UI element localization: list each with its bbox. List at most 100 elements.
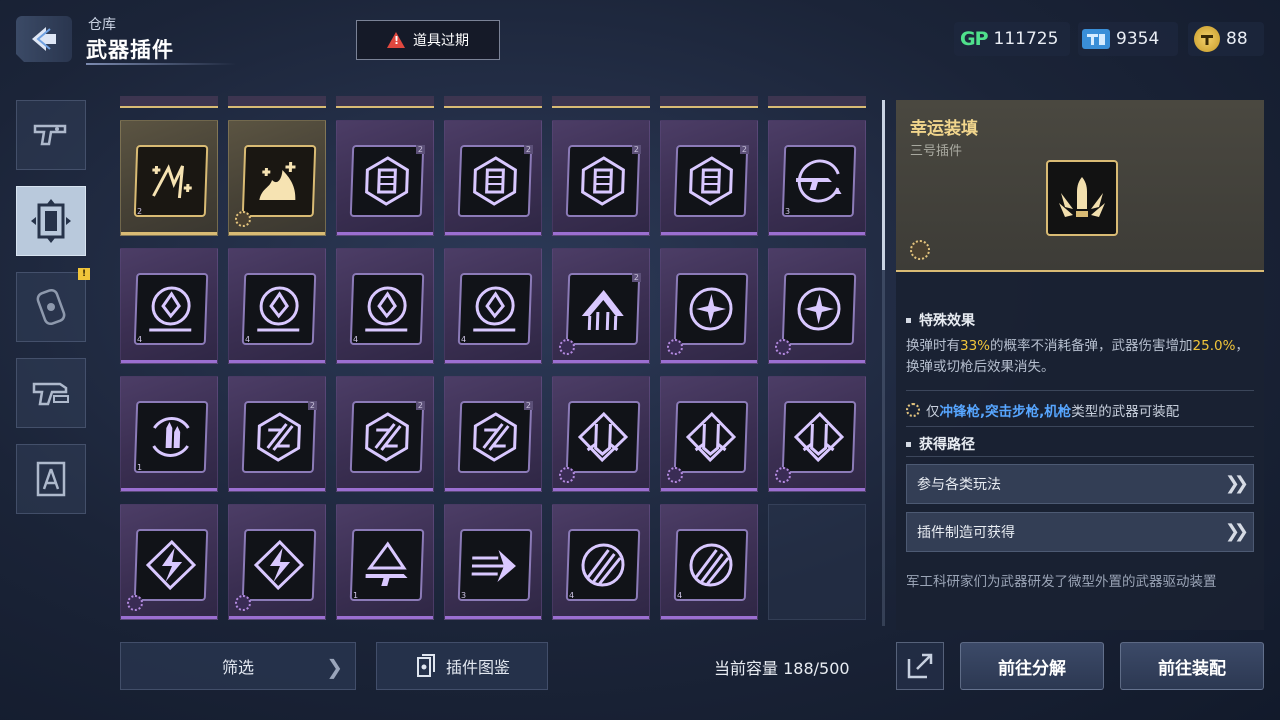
previous-row-slot-edge <box>768 96 866 108</box>
plugin-icon-frame <box>565 273 641 345</box>
storage-capacity: 当前容量 188/500 <box>714 659 850 678</box>
source-section-title: 获得路径 <box>906 434 975 454</box>
plugin-codex-button[interactable]: 插件图鉴 <box>376 642 548 690</box>
gear-icon <box>906 403 920 417</box>
gear-icon <box>127 595 143 611</box>
plugin-slot[interactable]: 1 <box>336 504 434 620</box>
plugin-slot[interactable]: 2 <box>120 120 218 236</box>
plugin-slot[interactable] <box>768 376 866 492</box>
equip-pre: 仅 <box>926 404 940 420</box>
filter-button[interactable]: 筛选 ❯ <box>120 642 356 690</box>
plugin-chip-icon <box>31 199 71 243</box>
plugin-level-badge: 2 <box>307 401 317 410</box>
plugin-slot[interactable]: 2 <box>552 120 650 236</box>
plugin-slot[interactable]: 1 <box>120 376 218 492</box>
tab-attachments[interactable] <box>16 272 86 342</box>
source-gameplay-label: 参与各类玩法 <box>917 477 1001 493</box>
plugin-icon-frame <box>241 529 317 601</box>
divider <box>906 390 1254 391</box>
arrow-up-crown-icon <box>581 290 624 330</box>
plugin-slot[interactable] <box>552 376 650 492</box>
coin-icon <box>1194 26 1220 52</box>
plugin-icon-frame <box>457 145 533 217</box>
plugin-preview <box>1046 160 1118 236</box>
weapon-arrow-icon <box>365 541 408 586</box>
plugin-slot[interactable] <box>228 504 326 620</box>
plugin-slot[interactable] <box>228 120 326 236</box>
equip-post: 类型的武器可装配 <box>1071 404 1180 420</box>
plugin-slot[interactable]: 2 <box>336 376 434 492</box>
hex-magazine-icon <box>581 156 625 206</box>
diamond-drop-icon <box>577 411 629 463</box>
plugin-slot[interactable]: 3 <box>444 504 542 620</box>
plugin-icon-frame <box>673 529 749 601</box>
gear-icon <box>667 339 683 355</box>
plugin-slot[interactable]: 4 <box>120 248 218 364</box>
plugin-grid: 2 2 2 2 2 3 4 4 4 4 2 1 2 2 2 1 3 4 4 <box>118 96 870 630</box>
ticket-icon <box>1082 29 1110 49</box>
weapon-type-smg: 冲锋枪 <box>939 404 981 420</box>
lightning-diamond-icon <box>145 539 197 591</box>
plugin-slot[interactable]: 3 <box>768 120 866 236</box>
plugin-slot[interactable]: 2 <box>552 248 650 364</box>
effect-chance-value: 33% <box>960 338 991 354</box>
source-crafting-button[interactable]: 插件制造可获得 ❯❯ <box>906 512 1254 552</box>
plugin-slot[interactable] <box>768 248 866 364</box>
plugin-level-badge: 2 <box>739 145 749 154</box>
diamond-drop-icon <box>793 411 845 463</box>
dismantle-button[interactable]: 前往分解 <box>960 642 1104 690</box>
plugin-slot[interactable]: 2 <box>444 376 542 492</box>
plugin-slot[interactable]: 4 <box>552 504 650 620</box>
flame-burst-icon <box>259 162 296 200</box>
effect-description: 换弹时有33%的概率不消耗备弹，武器伤害增加25.0%，换弹或切枪后效果消失。 <box>906 336 1250 378</box>
plugin-tier-label: 4 <box>677 591 683 600</box>
page-title: 武器插件 <box>86 38 174 62</box>
plugin-slot[interactable]: 4 <box>444 248 542 364</box>
tab-alert-badge: ! <box>78 268 90 280</box>
plugin-slot[interactable]: 2 <box>660 120 758 236</box>
plugin-slot[interactable]: 2 <box>336 120 434 236</box>
source-gameplay-button[interactable]: 参与各类玩法 ❯❯ <box>906 464 1254 504</box>
tab-weapon-parts[interactable] <box>16 358 86 428</box>
plugin-slot[interactable]: 2 <box>228 376 326 492</box>
expand-button[interactable] <box>896 642 944 690</box>
plugin-icon-frame <box>565 145 641 217</box>
plugin-slot[interactable]: 2 <box>444 120 542 236</box>
plugin-slot[interactable] <box>660 376 758 492</box>
double-chevron-right-icon: ❯❯ <box>1224 473 1249 494</box>
gp-amount: 111725 <box>993 29 1059 49</box>
grid-scrollbar-thumb[interactable] <box>882 100 885 270</box>
plugin-slot[interactable] <box>660 248 758 364</box>
coin-currency: 88 <box>1194 22 1248 56</box>
gear-icon <box>235 211 251 227</box>
tab-weapons[interactable] <box>16 100 86 170</box>
plugin-icon-frame <box>349 145 425 217</box>
plugin-slot[interactable] <box>120 504 218 620</box>
effect-text-pre: 换弹时有 <box>906 338 960 354</box>
double-chevron-right-icon: ❯❯ <box>1224 521 1249 542</box>
breadcrumb: 仓库 <box>88 17 116 33</box>
plugin-slot-type: 三号插件 <box>910 144 963 159</box>
plugin-lore: 军工科研家们为武器研发了微型外置的武器驱动装置 <box>906 574 1217 590</box>
hex-slash-icon <box>473 412 517 462</box>
hex-magazine-icon <box>473 156 517 206</box>
drop-ring-icon <box>257 286 300 332</box>
claw-orb-icon <box>581 543 625 587</box>
expired-items-button[interactable]: 道具过期 <box>356 20 500 60</box>
plugin-icon-frame <box>781 145 857 217</box>
back-button[interactable] <box>16 16 72 62</box>
plugin-slot[interactable]: 4 <box>660 504 758 620</box>
plugin-icon-frame <box>133 401 209 473</box>
speed-arrows-icon <box>471 550 516 582</box>
plugin-level-badge: 2 <box>631 273 641 282</box>
plugin-detail-panel: 幸运装填 三号插件 特殊效果 换弹时有33%的概率不消耗备弹，武器伤害增加25.… <box>896 100 1264 630</box>
tab-blueprints[interactable] <box>16 444 86 514</box>
codex-card-icon <box>416 654 435 677</box>
tab-plugins[interactable] <box>16 186 86 256</box>
plugin-slot[interactable]: 4 <box>336 248 434 364</box>
plugin-icon-frame <box>673 401 749 473</box>
plugin-level-badge: 2 <box>415 145 425 154</box>
gear-icon <box>235 595 251 611</box>
plugin-slot[interactable]: 4 <box>228 248 326 364</box>
equip-button[interactable]: 前往装配 <box>1120 642 1264 690</box>
